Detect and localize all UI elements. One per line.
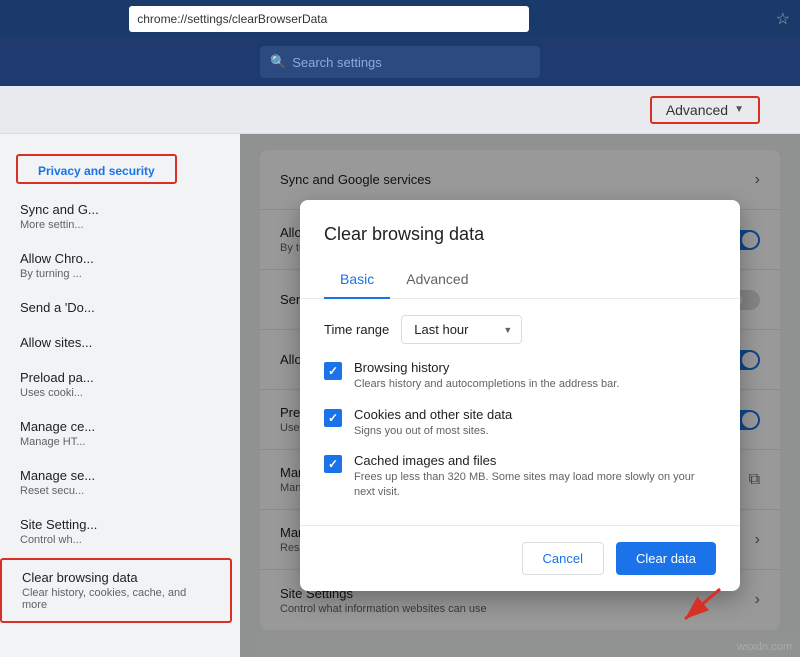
sidebar-item-title: Site Setting... bbox=[20, 517, 212, 532]
tab-basic[interactable]: Basic bbox=[324, 261, 390, 299]
clear-data-button[interactable]: Clear data bbox=[616, 542, 716, 575]
checkbox-label: Cached images and files bbox=[354, 453, 716, 468]
main-content: Sync and Google services › Allow Chrome … bbox=[240, 134, 800, 657]
tab-advanced[interactable]: Advanced bbox=[390, 261, 484, 299]
sidebar-item-title: Manage se... bbox=[20, 468, 212, 483]
sidebar-item-title: Preload pa... bbox=[20, 370, 212, 385]
sidebar-item-allow-chrome[interactable]: Allow Chro... By turning ... bbox=[0, 241, 232, 290]
search-bar-row: 🔍 Search settings bbox=[0, 38, 800, 86]
sidebar-item-title: Sync and G... bbox=[20, 202, 212, 217]
sidebar-item-subtitle: Uses cooki... bbox=[20, 387, 212, 399]
time-range-select[interactable]: Last hour Last 24 hours Last 7 days Last… bbox=[401, 315, 522, 344]
time-range-select-wrapper[interactable]: Last hour Last 24 hours Last 7 days Last… bbox=[401, 315, 522, 344]
checkbox-browsing-history: Browsing history Clears history and auto… bbox=[324, 360, 716, 392]
chevron-down-icon: ▼ bbox=[734, 104, 744, 115]
url-bar[interactable]: chrome://settings/clearBrowserData bbox=[129, 6, 529, 32]
checkbox-cookies: Cookies and other site data Signs you ou… bbox=[324, 407, 716, 439]
sidebar-item-manage-cert[interactable]: Manage ce... Manage HT... bbox=[0, 409, 232, 458]
sidebar-item-title: Allow sites... bbox=[20, 335, 212, 350]
sidebar-item-subtitle: More settin... bbox=[20, 219, 212, 231]
content-area: Privacy and security Sync and G... More … bbox=[0, 134, 800, 657]
sidebar-item-title: Clear browsing data bbox=[22, 570, 210, 585]
sidebar-item-subtitle: Manage HT... bbox=[20, 436, 212, 448]
checkbox-description: Clears history and autocompletions in th… bbox=[354, 377, 716, 392]
sidebar-item-allow-sites[interactable]: Allow sites... bbox=[0, 325, 232, 360]
sidebar: Privacy and security Sync and G... More … bbox=[0, 134, 240, 657]
url-text: chrome://settings/clearBrowserData bbox=[137, 12, 327, 26]
time-range-label: Time range bbox=[324, 322, 389, 337]
clear-browsing-data-modal: Clear browsing data Basic Advanced Time … bbox=[300, 200, 740, 591]
checkbox-label: Browsing history bbox=[354, 360, 716, 375]
advanced-tab-label: Advanced bbox=[666, 102, 728, 118]
sidebar-item-subtitle: Clear history, cookies, cache, and more bbox=[22, 587, 210, 611]
checkbox-cached-images-input[interactable] bbox=[324, 455, 342, 473]
checkbox-label: Cookies and other site data bbox=[354, 407, 716, 422]
bookmark-icon[interactable]: ☆ bbox=[776, 9, 790, 29]
checkbox-browsing-history-input[interactable] bbox=[324, 362, 342, 380]
sidebar-item-manage-sec[interactable]: Manage se... Reset secu... bbox=[0, 458, 232, 507]
sidebar-item-title: Manage ce... bbox=[20, 419, 212, 434]
sidebar-item-preload[interactable]: Preload pa... Uses cooki... bbox=[0, 360, 232, 409]
sidebar-item-title: Send a 'Do... bbox=[20, 300, 212, 315]
header-nav: Advanced ▼ bbox=[0, 86, 800, 134]
dialog-tabs: Basic Advanced bbox=[300, 261, 740, 299]
checkbox-cached-images: Cached images and files Frees up less th… bbox=[324, 453, 716, 501]
sidebar-item-title: Allow Chro... bbox=[20, 251, 212, 266]
sidebar-section-privacy[interactable]: Privacy and security bbox=[16, 154, 177, 184]
watermark: wsxdn.com bbox=[737, 641, 792, 653]
checkbox-cookies-input[interactable] bbox=[324, 409, 342, 427]
search-box[interactable]: 🔍 Search settings bbox=[260, 46, 540, 78]
sidebar-item-subtitle: By turning ... bbox=[20, 268, 212, 280]
address-bar: chrome://settings/clearBrowserData ☆ bbox=[0, 0, 800, 38]
search-icon: 🔍 bbox=[270, 54, 286, 70]
sidebar-item-clear-data[interactable]: Clear browsing data Clear history, cooki… bbox=[0, 558, 232, 623]
cancel-button[interactable]: Cancel bbox=[522, 542, 604, 575]
sidebar-item-subtitle: Reset secu... bbox=[20, 485, 212, 497]
dialog-content: Time range Last hour Last 24 hours Last … bbox=[300, 299, 740, 525]
dialog-buttons: Cancel Clear data bbox=[300, 525, 740, 591]
modal-overlay: Clear browsing data Basic Advanced Time … bbox=[240, 134, 800, 657]
checkbox-description: Signs you out of most sites. bbox=[354, 424, 716, 439]
sidebar-item-site-settings[interactable]: Site Setting... Control wh... bbox=[0, 507, 232, 556]
time-range-row: Time range Last hour Last 24 hours Last … bbox=[324, 315, 716, 344]
advanced-tab[interactable]: Advanced ▼ bbox=[650, 96, 760, 124]
sidebar-item-dnt[interactable]: Send a 'Do... bbox=[0, 290, 232, 325]
modal-title: Clear browsing data bbox=[300, 200, 740, 245]
checkbox-description: Frees up less than 320 MB. Some sites ma… bbox=[354, 470, 716, 501]
sidebar-item-subtitle: Control wh... bbox=[20, 534, 212, 546]
sidebar-item-sync[interactable]: Sync and G... More settin... bbox=[0, 192, 232, 241]
annotation-arrow bbox=[670, 579, 730, 629]
search-placeholder: Search settings bbox=[292, 55, 382, 70]
